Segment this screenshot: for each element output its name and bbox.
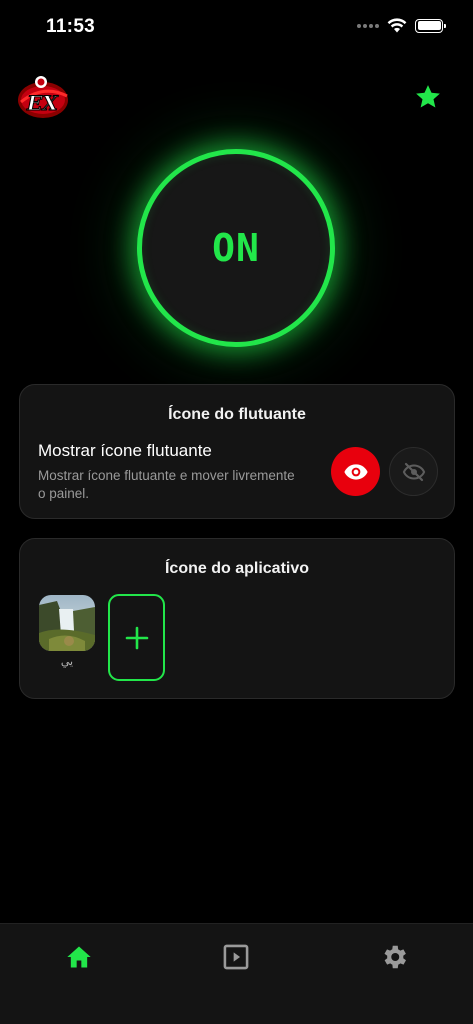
add-app-icon-button[interactable] bbox=[108, 594, 165, 681]
plus-icon bbox=[125, 626, 148, 649]
ex-logo-icon: EX bbox=[18, 76, 68, 118]
power-label: ON bbox=[212, 226, 260, 270]
gear-icon bbox=[384, 945, 406, 969]
star-icon bbox=[416, 85, 440, 108]
nav-settings[interactable] bbox=[377, 940, 411, 974]
power-toggle-button[interactable]: ON bbox=[137, 149, 335, 347]
eye-off-icon bbox=[402, 462, 425, 481]
home-icon bbox=[67, 946, 91, 968]
eye-icon bbox=[343, 463, 368, 480]
waterfall-thumbnail bbox=[39, 595, 95, 651]
status-bar: 11:53 bbox=[0, 0, 473, 54]
show-floating-button[interactable] bbox=[331, 447, 380, 496]
hide-floating-button[interactable] bbox=[389, 447, 438, 496]
bottom-nav bbox=[0, 923, 473, 1024]
app-icon-card-title: Ícone do aplicativo bbox=[164, 560, 310, 577]
app-icon-label: يي bbox=[60, 656, 74, 668]
signal-icon bbox=[357, 23, 379, 28]
show-floating-setting-description: Mostrar ícone flutuante e mover livremen… bbox=[38, 468, 295, 501]
show-floating-setting-title: Mostrar ícone flutuante bbox=[38, 441, 212, 460]
wifi-icon bbox=[387, 18, 407, 33]
floating-icon-card: Ícone do flutuante Mostrar ícone flutuan… bbox=[19, 384, 455, 519]
favorite-button[interactable] bbox=[413, 82, 443, 112]
status-icons bbox=[357, 18, 446, 33]
battery-icon bbox=[415, 18, 446, 33]
app-icon-option[interactable]: يي bbox=[39, 595, 95, 668]
status-time: 11:53 bbox=[46, 16, 96, 37]
app-icon-card: Ícone do aplicativo يي bbox=[19, 538, 455, 699]
play-box-icon bbox=[223, 944, 249, 970]
nav-home[interactable] bbox=[62, 940, 96, 974]
svg-text:EX: EX bbox=[26, 91, 59, 115]
nav-media[interactable] bbox=[219, 940, 253, 974]
floating-card-title: Ícone do flutuante bbox=[168, 406, 306, 423]
app-logo: EX bbox=[17, 72, 69, 122]
